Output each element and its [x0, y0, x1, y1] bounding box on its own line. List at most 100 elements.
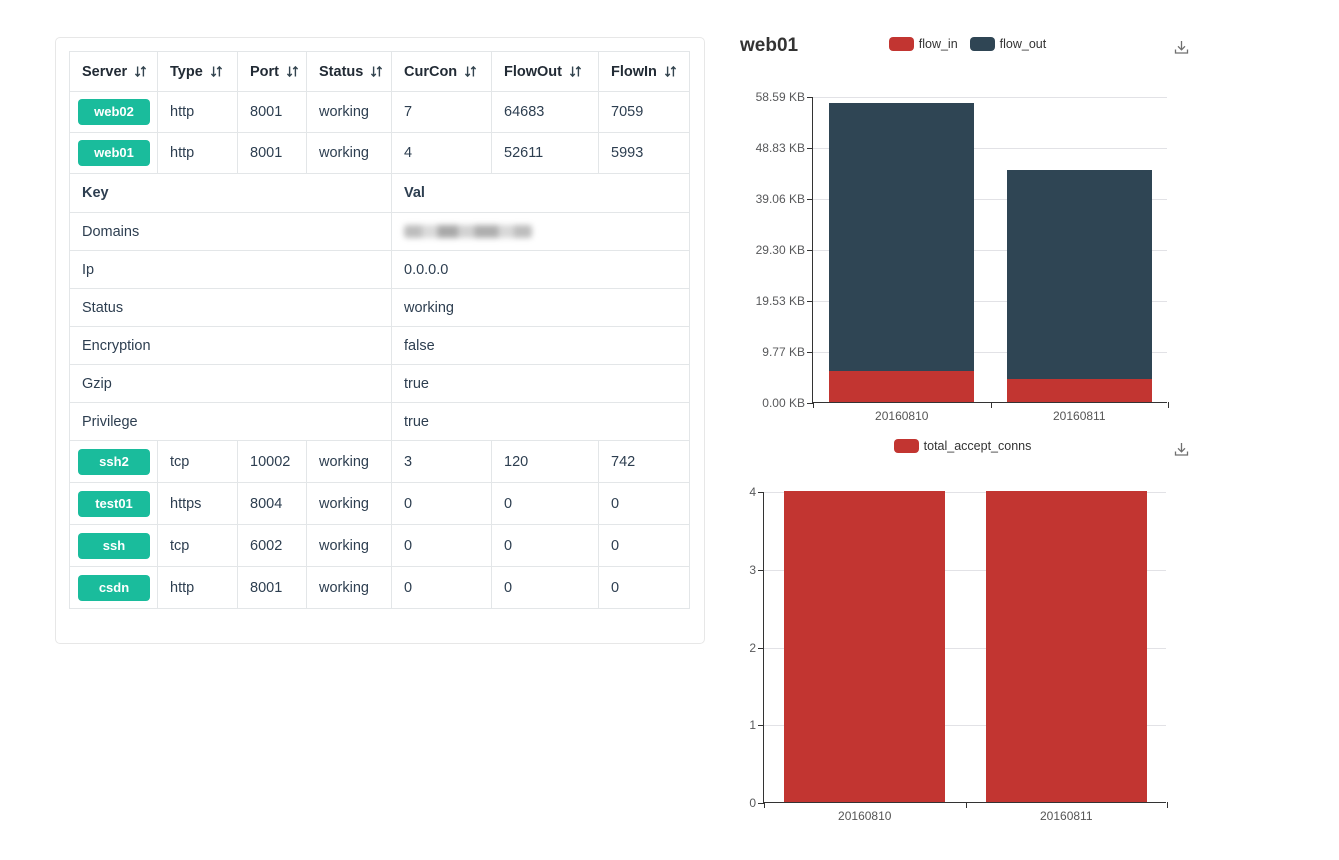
x-tick-mark	[991, 402, 992, 408]
column-label: CurCon	[404, 64, 457, 80]
legend-label: flow_in	[919, 37, 958, 51]
cell-server: web01	[70, 133, 158, 174]
column-header-status[interactable]: Status	[307, 52, 392, 92]
cell-flowin: 742	[599, 441, 690, 483]
sort-icon	[370, 64, 383, 80]
cell-port: 8001	[238, 92, 307, 133]
legend-item-total_accept_conns[interactable]: total_accept_conns	[894, 439, 1032, 453]
y-tick-mark	[807, 301, 813, 302]
detail-key: Domains	[70, 213, 392, 251]
detail-key: Ip	[70, 251, 392, 289]
x-tick-mark	[1167, 802, 1168, 808]
server-row-csdn[interactable]: csdnhttp8001working000	[70, 567, 690, 609]
server-table: ServerTypePortStatusCurConFlowOutFlowIn …	[69, 51, 690, 609]
column-header-flowin[interactable]: FlowIn	[599, 52, 690, 92]
cell-flowout: 64683	[492, 92, 599, 133]
detail-key: Status	[70, 289, 392, 327]
chart-plot-area: 58.59 KB48.83 KB39.06 KB29.30 KB19.53 KB…	[812, 97, 1167, 403]
cell-curcon: 3	[392, 441, 492, 483]
detail-row-domains: Domains	[70, 213, 690, 251]
column-header-curcon[interactable]: CurCon	[392, 52, 492, 92]
x-tick-label: 20160810	[795, 809, 935, 823]
detail-key: Gzip	[70, 365, 392, 403]
server-badge[interactable]: test01	[78, 491, 150, 517]
cell-flowout: 52611	[492, 133, 599, 174]
server-row-ssh[interactable]: sshtcp6002working000	[70, 525, 690, 567]
y-tick-mark	[758, 570, 764, 571]
redacted-value	[404, 225, 532, 238]
cell-flowout: 0	[492, 483, 599, 525]
bar-20160811	[1007, 170, 1152, 402]
server-badge[interactable]: web02	[78, 99, 150, 125]
detail-value: true	[392, 403, 690, 441]
cell-type: http	[158, 133, 238, 174]
server-badge[interactable]: ssh2	[78, 449, 150, 475]
detail-row-status: Statusworking	[70, 289, 690, 327]
y-tick-mark	[758, 648, 764, 649]
server-badge[interactable]: web01	[78, 140, 150, 166]
column-header-port[interactable]: Port	[238, 52, 307, 92]
column-header-flowout[interactable]: FlowOut	[492, 52, 599, 92]
bar-20160811	[986, 491, 1147, 802]
bar-segment-total_accept_conns	[986, 491, 1147, 802]
bar-segment-flow_out	[829, 103, 974, 371]
cell-status: working	[307, 483, 392, 525]
detail-row-encryption: Encryptionfalse	[70, 327, 690, 365]
y-tick-label: 58.59 KB	[729, 90, 805, 104]
cell-status: working	[307, 441, 392, 483]
bar-segment-total_accept_conns	[784, 491, 945, 802]
column-header-type[interactable]: Type	[158, 52, 238, 92]
y-tick-mark	[807, 148, 813, 149]
y-tick-label: 9.77 KB	[729, 345, 805, 359]
bar-segment-flow_in	[1007, 379, 1152, 402]
cell-server: test01	[70, 483, 158, 525]
sort-icon	[569, 64, 582, 80]
cell-type: http	[158, 92, 238, 133]
detail-key: Encryption	[70, 327, 392, 365]
legend-label: flow_out	[1000, 37, 1047, 51]
cell-port: 6002	[238, 525, 307, 567]
server-row-ssh2[interactable]: ssh2tcp10002working3120742	[70, 441, 690, 483]
cell-flowin: 0	[599, 525, 690, 567]
cell-port: 8004	[238, 483, 307, 525]
server-badge[interactable]: csdn	[78, 575, 150, 601]
y-tick-label: 39.06 KB	[729, 192, 805, 206]
cell-server: csdn	[70, 567, 158, 609]
cell-server: ssh	[70, 525, 158, 567]
y-tick-mark	[807, 250, 813, 251]
download-icon[interactable]	[1172, 441, 1191, 464]
server-badge[interactable]: ssh	[78, 533, 150, 559]
server-row-test01[interactable]: test01https8004working000	[70, 483, 690, 525]
chart-total-accept-conns: total_accept_conns 432102016081020160811	[720, 430, 1205, 850]
y-tick-label: 3	[680, 563, 756, 577]
detail-row-privilege: Privilegetrue	[70, 403, 690, 441]
legend-item-flow_in[interactable]: flow_in	[889, 37, 958, 51]
column-header-server[interactable]: Server	[70, 52, 158, 92]
legend-swatch	[889, 37, 914, 51]
cell-status: working	[307, 525, 392, 567]
cell-curcon: 0	[392, 567, 492, 609]
detail-value: working	[392, 289, 690, 327]
server-row-web02[interactable]: web02http8001working7646837059	[70, 92, 690, 133]
detail-value: 0.0.0.0	[392, 251, 690, 289]
legend-label: total_accept_conns	[924, 439, 1032, 453]
chart-legend: flow_in flow_out	[720, 37, 1205, 51]
chart-web01-flow: web01 flow_inflow_out 58.59 KB48.83 KB39…	[720, 25, 1205, 430]
server-row-web01[interactable]: web01http8001working4526115993	[70, 133, 690, 174]
detail-value	[392, 213, 690, 251]
download-icon[interactable]	[1172, 39, 1191, 62]
legend-item-flow_out[interactable]: flow_out	[970, 37, 1047, 51]
y-tick-mark	[807, 97, 813, 98]
cell-type: tcp	[158, 525, 238, 567]
x-tick-label: 20160811	[1009, 409, 1149, 423]
cell-curcon: 0	[392, 525, 492, 567]
chart-plot-area: 432102016081020160811	[763, 492, 1166, 803]
cell-type: tcp	[158, 441, 238, 483]
cell-flowout: 0	[492, 567, 599, 609]
chart-legend: total_accept_conns	[720, 439, 1205, 453]
cell-status: working	[307, 133, 392, 174]
y-tick-label: 48.83 KB	[729, 141, 805, 155]
legend-swatch	[970, 37, 995, 51]
x-tick-mark	[966, 802, 967, 808]
x-tick-mark	[1168, 402, 1169, 408]
